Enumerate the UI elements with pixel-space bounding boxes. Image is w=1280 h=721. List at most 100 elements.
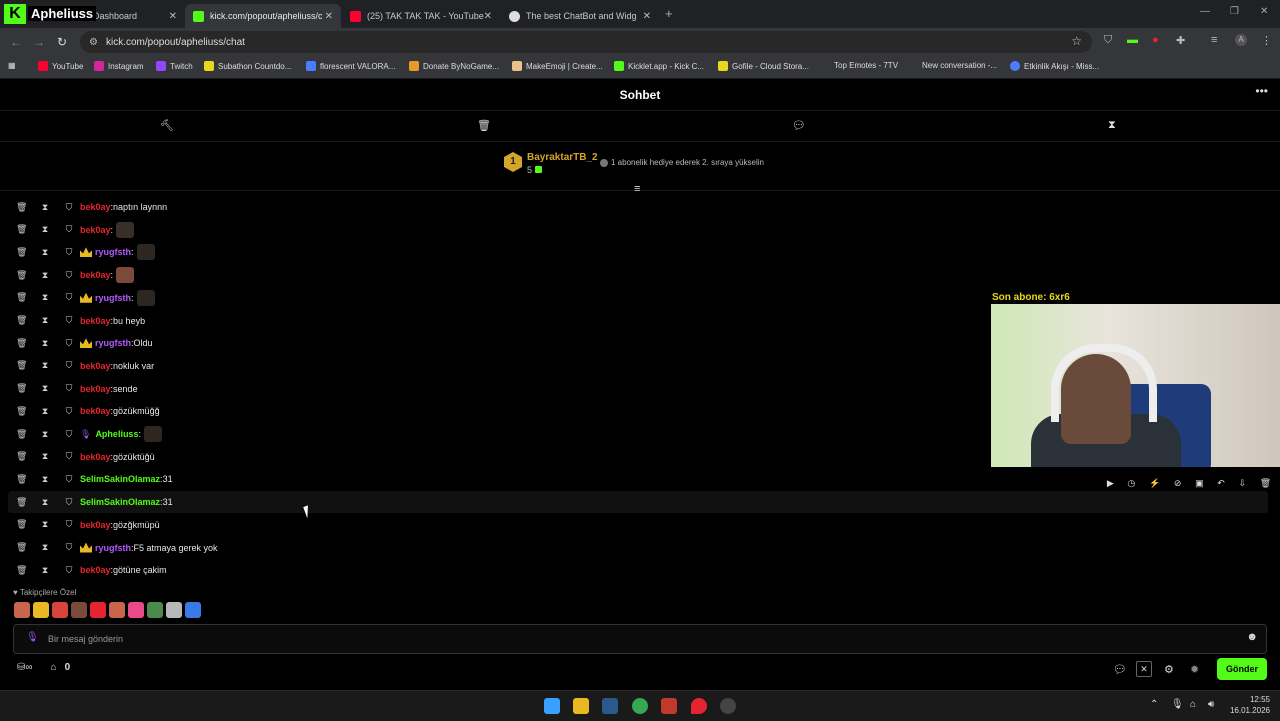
- chat-message[interactable]: 🗑︎ ⧗ ⛉ bek0ay: gözğkmüpü: [8, 514, 1268, 536]
- delete-message-icon[interactable]: 🗑︎: [16, 451, 27, 462]
- chat-message[interactable]: 🗑︎ ⧗ ⛉ ryugfsth:: [8, 241, 1268, 263]
- ban-icon[interactable]: ⛉: [64, 451, 74, 462]
- hourglass-icon[interactable]: ⧗: [1108, 119, 1116, 132]
- chat-message[interactable]: 🗑︎ ⧗ ⛉ bek0ay: naptın laynnn: [8, 196, 1268, 218]
- delete-message-icon[interactable]: 🗑︎: [16, 474, 27, 485]
- delete-message-icon[interactable]: 🗑︎: [16, 315, 27, 326]
- close-tab-icon[interactable]: ✕: [484, 11, 492, 22]
- timeout-icon[interactable]: ⧗: [40, 315, 50, 326]
- clock-icon[interactable]: ◷: [1127, 478, 1135, 489]
- delete-message-icon[interactable]: 🗑︎: [16, 202, 27, 213]
- timeout-icon[interactable]: ⧗: [40, 360, 50, 371]
- emote-button[interactable]: [109, 602, 125, 618]
- minimize-icon[interactable]: —: [1200, 6, 1210, 17]
- ban-icon[interactable]: ⛉: [64, 224, 74, 235]
- tab-chatbot[interactable]: The best ChatBot and Widgets ✕: [501, 4, 659, 28]
- chat-bubble-icon[interactable]: 💬︎: [792, 119, 806, 132]
- ban-icon[interactable]: ⛉: [64, 360, 74, 371]
- delete-message-icon[interactable]: 🗑︎: [16, 429, 27, 440]
- mute-icon[interactable]: ✕: [1136, 661, 1152, 677]
- send-button[interactable]: Gönder: [1217, 658, 1267, 680]
- timeout-icon[interactable]: ⧗: [40, 338, 50, 349]
- close-tab-icon[interactable]: ✕: [169, 11, 177, 22]
- bookmark-subathon[interactable]: Subathon Countdo...: [204, 61, 291, 71]
- emote-button[interactable]: [33, 602, 49, 618]
- ban-icon[interactable]: ⛉: [64, 383, 74, 394]
- address-bar[interactable]: ⚙ kick.com/popout/apheliuss/chat ☆: [80, 31, 1092, 53]
- back-icon[interactable]: ←: [10, 35, 22, 49]
- valorant-icon[interactable]: [691, 698, 707, 714]
- volume-icon[interactable]: 🔊︎: [1208, 699, 1214, 710]
- reload-icon[interactable]: ↻: [57, 35, 67, 49]
- apps-grid-icon[interactable]: ▦: [8, 61, 16, 70]
- shield-extension-icon[interactable]: ⛉: [1104, 34, 1112, 47]
- emote-button[interactable]: [147, 602, 163, 618]
- ban-icon[interactable]: ⛉: [64, 542, 74, 553]
- ban-icon[interactable]: ⛉: [64, 406, 74, 417]
- bookmark-7tv[interactable]: Top Emotes - 7TV: [834, 61, 898, 70]
- delete-message-icon[interactable]: 🗑︎: [16, 497, 27, 508]
- chat-username[interactable]: ryugfsth: [95, 543, 131, 553]
- close-window-icon[interactable]: ✕: [1260, 6, 1268, 17]
- ban-icon[interactable]: ⛉: [64, 338, 74, 349]
- bookmark-gofile[interactable]: Gofile - Cloud Stora...: [718, 61, 809, 71]
- new-tab-icon[interactable]: +: [665, 6, 673, 21]
- delete-message-icon[interactable]: 🗑︎: [16, 542, 27, 553]
- obs-icon[interactable]: [720, 698, 736, 714]
- tab-youtube[interactable]: (25) TAK TAK TAK - YouTube ✕: [342, 4, 500, 28]
- timeout-icon[interactable]: ⧗: [40, 542, 50, 553]
- settings-gear-icon[interactable]: ⚙: [1164, 663, 1174, 676]
- hammer-icon[interactable]: 🔨︎: [160, 119, 174, 132]
- emote-button[interactable]: [71, 602, 87, 618]
- tab-kick-chat[interactable]: kick.com/popout/apheliuss/cha ✕: [185, 4, 341, 28]
- chat-username[interactable]: bek0ay: [80, 384, 111, 394]
- media-control-icon[interactable]: ≡: [1211, 34, 1217, 46]
- emote-button[interactable]: [52, 602, 68, 618]
- delete-message-icon[interactable]: 🗑︎: [16, 338, 27, 349]
- bookmark-etkinlik[interactable]: Etkinlik Akışı - Miss...: [1010, 61, 1099, 71]
- extensions-puzzle-icon[interactable]: ✚: [1176, 34, 1185, 47]
- chat-username[interactable]: bek0ay: [80, 565, 111, 575]
- ban-icon[interactable]: ⛉: [64, 202, 74, 213]
- leader-username[interactable]: BayraktarTB_2: [527, 152, 598, 163]
- file-explorer-icon[interactable]: [573, 698, 589, 714]
- chat-message[interactable]: 🗑︎ ⧗ ⛉ SelimSakinOlamaz: 31: [8, 491, 1268, 514]
- chat-username[interactable]: bek0ay: [80, 520, 111, 530]
- timeout-icon[interactable]: ⧗: [40, 202, 50, 213]
- network-icon[interactable]: ⌂: [1190, 699, 1196, 710]
- bookmark-kicklet[interactable]: Kicklet.app - Kick C...: [614, 61, 704, 71]
- chat-message-input[interactable]: [46, 630, 1230, 648]
- bookmark-star-icon[interactable]: ☆: [1071, 34, 1082, 48]
- emote-button[interactable]: [90, 602, 106, 618]
- ban-icon[interactable]: ⛉: [64, 292, 74, 303]
- ban-icon[interactable]: ⛉: [64, 315, 74, 326]
- browser-menu-icon[interactable]: ⋮: [1261, 34, 1272, 47]
- chat-username[interactable]: SelimSakinOlamaz: [80, 497, 160, 507]
- bookmark-new-conversation[interactable]: New conversation -...: [922, 61, 997, 70]
- timeout-icon[interactable]: ⧗: [40, 429, 50, 440]
- timeout-icon[interactable]: ⧗: [40, 519, 50, 530]
- tray-chevron-icon[interactable]: ⌃: [1150, 699, 1158, 710]
- close-tab-icon[interactable]: ✕: [643, 11, 651, 22]
- emote-button[interactable]: [166, 602, 182, 618]
- chat-message[interactable]: 🗑︎ ⧗ ⛉ bek0ay:: [8, 264, 1268, 286]
- delete-message-icon[interactable]: 🗑︎: [16, 383, 27, 394]
- ban-icon[interactable]: ⛉: [64, 429, 74, 440]
- timeout-icon[interactable]: ⧗: [40, 247, 50, 258]
- bookmark-instagram[interactable]: Instagram: [94, 61, 144, 71]
- restore-icon[interactable]: ❐: [1230, 6, 1239, 17]
- chat-username[interactable]: bek0ay: [80, 270, 111, 280]
- slash-icon[interactable]: ⚡: [1149, 478, 1160, 489]
- delete-message-icon[interactable]: 🗑︎: [16, 360, 27, 371]
- steam-icon[interactable]: [602, 698, 618, 714]
- play-icon[interactable]: ▶: [1107, 478, 1114, 489]
- chat-username[interactable]: bek0ay: [80, 316, 111, 326]
- chat-message[interactable]: 🗑︎ ⧗ ⛉ bek0ay: götüne çakim: [8, 559, 1268, 581]
- bookmark-donate[interactable]: Donate ByNoGame...: [409, 61, 499, 71]
- bookmark-twitch[interactable]: Twitch: [156, 61, 193, 71]
- chat-settings-bubble-icon[interactable]: 💬︎: [1113, 663, 1127, 676]
- chat-username[interactable]: bek0ay: [80, 406, 111, 416]
- emote-button[interactable]: [185, 602, 201, 618]
- timeout-icon[interactable]: ⧗: [40, 474, 50, 485]
- delete-message-icon[interactable]: 🗑︎: [16, 519, 27, 530]
